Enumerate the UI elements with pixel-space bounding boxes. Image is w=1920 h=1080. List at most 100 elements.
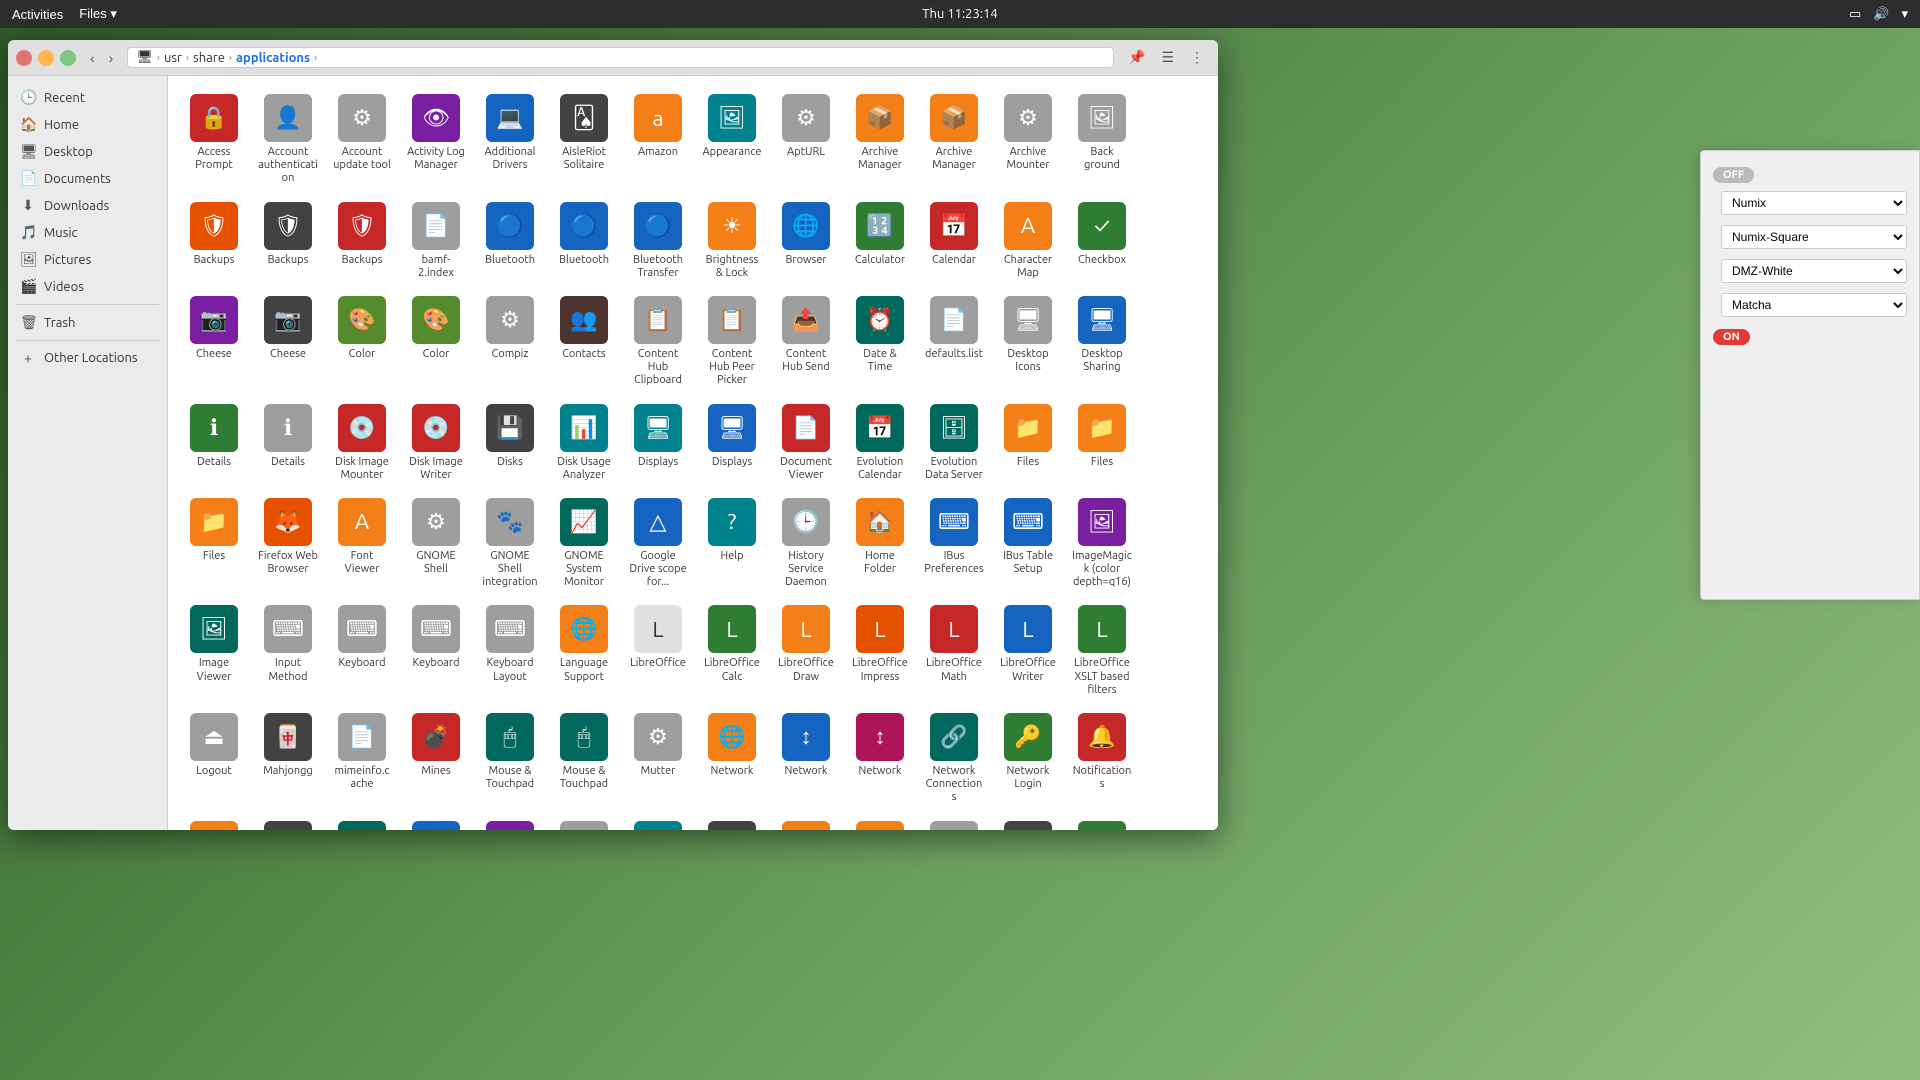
file-item[interactable]: 🗄Evolution Data Server	[920, 398, 988, 488]
file-item[interactable]: 💾Disks	[476, 398, 544, 488]
file-item[interactable]: 📤Content Hub Send	[772, 290, 840, 394]
file-item[interactable]: 📁Files	[1068, 398, 1136, 488]
back-button[interactable]: ‹	[84, 48, 101, 68]
file-item[interactable]: ⌨Onboard Settings	[328, 815, 396, 830]
file-item[interactable]: ☁Online Accounts	[550, 815, 618, 830]
maximize-button[interactable]	[60, 50, 76, 66]
file-item[interactable]: 📁Numix Folders	[180, 815, 248, 830]
file-item[interactable]: 📄mimeinfo.cache	[328, 707, 396, 811]
close-button[interactable]	[16, 50, 32, 66]
file-item[interactable]: 📁Files	[994, 398, 1062, 488]
file-item[interactable]: 🕒History Service Daemon	[772, 492, 840, 596]
theme-select-2[interactable]: Numix-Square	[1721, 225, 1907, 249]
breadcrumb-applications[interactable]: applications	[236, 51, 310, 65]
file-item[interactable]: ⚡Power	[1068, 815, 1136, 830]
file-item[interactable]: ⌨IBus Preferences	[920, 492, 988, 596]
file-item[interactable]: 💣Mines	[402, 707, 470, 811]
breadcrumb-usr[interactable]: usr	[164, 51, 182, 65]
file-item[interactable]: 🖱Mouse & Touchpad	[476, 707, 544, 811]
file-item[interactable]: ?Help	[698, 492, 766, 596]
file-item[interactable]: aAmazon	[624, 88, 692, 192]
file-item[interactable]: LLibreOffice Writer	[994, 599, 1062, 703]
file-item[interactable]: 📅Calendar	[920, 196, 988, 286]
file-item[interactable]: ⌨Onboard	[254, 815, 322, 830]
toggle-on[interactable]: ON	[1713, 329, 1750, 345]
file-item[interactable]: 🂡AisleRiot Solitaire	[550, 88, 618, 192]
file-item[interactable]: 🖱Mouse & Touchpad	[550, 707, 618, 811]
file-item[interactable]: 👥Contacts	[550, 290, 618, 394]
minimize-button[interactable]	[38, 50, 54, 66]
file-item[interactable]: 📈GNOME System Monitor	[550, 492, 618, 596]
file-item[interactable]: 🔵Bluetooth	[476, 196, 544, 286]
file-item[interactable]: ⌨IBus Table Setup	[994, 492, 1062, 596]
toggle-off[interactable]: OFF	[1713, 167, 1754, 183]
file-item[interactable]: 🛡Backups	[328, 196, 396, 286]
file-item[interactable]: ⚙Archive Mounter	[994, 88, 1062, 192]
file-item[interactable]: 📷Cheese	[254, 290, 322, 394]
file-item[interactable]: 🀄Mahjongg	[254, 707, 322, 811]
file-item[interactable]: 📋Content Hub Peer Picker	[698, 290, 766, 394]
file-item[interactable]: 🎨Color	[402, 290, 470, 394]
file-item[interactable]: 🛡Backups	[180, 196, 248, 286]
file-item[interactable]: 📂Personal File Sharing	[846, 815, 914, 830]
file-item[interactable]: ⚙AptURL	[772, 88, 840, 192]
file-item[interactable]: 🖼ImageMagick (color depth=q16)	[1068, 492, 1136, 596]
file-item[interactable]: LLibreOffice XSLT based filters	[1068, 599, 1136, 703]
sidebar-item-videos[interactable]: 🎬 Videos	[8, 273, 167, 300]
file-item[interactable]: LLibreOffice Calc	[698, 599, 766, 703]
file-item[interactable]: 🌐Browser	[772, 196, 840, 286]
sidebar-item-pictures[interactable]: 🖼 Pictures	[8, 246, 167, 273]
files-menu-button[interactable]: Files ▾	[79, 6, 117, 22]
file-item[interactable]: ⏰Date & Time	[846, 290, 914, 394]
forward-button[interactable]: ›	[103, 48, 120, 68]
file-item[interactable]: 🐾GNOME Shell integration	[476, 492, 544, 596]
file-item[interactable]: ⚙Mutter	[624, 707, 692, 811]
file-item[interactable]: 🎨Color	[328, 290, 396, 394]
file-item[interactable]: 🔒Access Prompt	[180, 88, 248, 192]
sidebar-item-other[interactable]: + Other Locations	[8, 345, 167, 371]
file-item[interactable]: 🖼Back ground	[1068, 88, 1136, 192]
file-item[interactable]: LLibreOffice Math	[920, 599, 988, 703]
topbar-chevron[interactable]: ▾	[1901, 7, 1908, 22]
file-item[interactable]: 🖥Displays	[698, 398, 766, 488]
file-item[interactable]: 📷Cheese	[180, 290, 248, 394]
file-item[interactable]: 📂Personal File Sharing	[772, 815, 840, 830]
file-item[interactable]: 📄defaults.list	[920, 290, 988, 394]
file-item[interactable]: ℹDetails	[254, 398, 322, 488]
file-item[interactable]: AFont Viewer	[328, 492, 396, 596]
sidebar-item-trash[interactable]: 🗑 Trash	[8, 309, 167, 336]
sidebar-item-recent[interactable]: 🕒 Recent	[8, 84, 167, 111]
volume-icon[interactable]: 🔊	[1873, 7, 1889, 22]
file-item[interactable]: LLibreOffice Impress	[846, 599, 914, 703]
file-item[interactable]: 📄bamf-2.index	[402, 196, 470, 286]
sidebar-item-documents[interactable]: 📄 Documents	[8, 165, 167, 192]
file-item[interactable]: ↕Network	[846, 707, 914, 811]
file-item[interactable]: 🖥Desktop Icons	[994, 290, 1062, 394]
sidebar-item-home[interactable]: 🏠 Home	[8, 111, 167, 138]
file-item[interactable]: 🔵Bluetooth	[550, 196, 618, 286]
file-item[interactable]: 📦Archive Manager	[846, 88, 914, 192]
file-item[interactable]: 🔑Passwords and Keys	[698, 815, 766, 830]
file-item[interactable]: ☀Brightness & Lock	[698, 196, 766, 286]
file-item[interactable]: ↕Network	[772, 707, 840, 811]
file-item[interactable]: ACharacter Map	[994, 196, 1062, 286]
file-item[interactable]: 🛡Backups	[254, 196, 322, 286]
file-item[interactable]: ⚙Account update tool	[328, 88, 396, 192]
file-item[interactable]: ⌨Keyboard	[402, 599, 470, 703]
file-item[interactable]: 🌐Language Support	[550, 599, 618, 703]
file-item[interactable]: 🔵Bluetooth Transfer	[624, 196, 692, 286]
theme-select-3[interactable]: DMZ-White	[1721, 259, 1907, 283]
activities-button[interactable]: Activities	[12, 6, 63, 22]
theme-select-1[interactable]: Numix	[1721, 191, 1907, 215]
file-item[interactable]: ☁Online Accounts	[402, 815, 470, 830]
grid-view-button[interactable]: ⋮	[1184, 45, 1210, 70]
file-item[interactable]: ☁Online Accounts	[624, 815, 692, 830]
sidebar-item-downloads[interactable]: ⬇ Downloads	[8, 192, 167, 219]
sidebar-item-music[interactable]: 🎵 Music	[8, 219, 167, 246]
file-item[interactable]: ⌨Keyboard Layout	[476, 599, 544, 703]
file-item[interactable]: 🔗Network Connections	[920, 707, 988, 811]
file-item[interactable]: 📊Disk Usage Analyzer	[550, 398, 618, 488]
file-item[interactable]: 🔔Notifications	[1068, 707, 1136, 811]
file-item[interactable]: 🦊Firefox Web Browser	[254, 492, 322, 596]
file-item[interactable]: 🏠Home Folder	[846, 492, 914, 596]
